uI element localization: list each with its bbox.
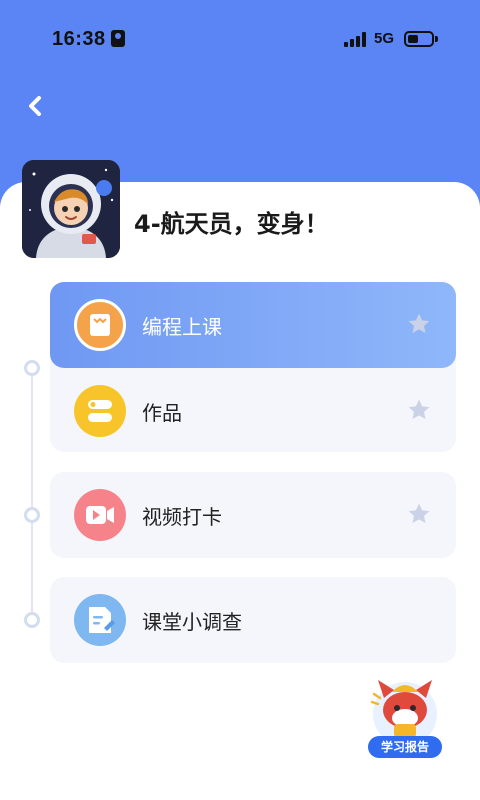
menu-item-video-checkin[interactable]: 视频打卡 xyxy=(50,472,456,558)
status-bar: 16:38 5G xyxy=(0,0,480,80)
timeline-line xyxy=(31,376,33,612)
chevron-left-icon xyxy=(29,96,41,116)
toggle-icon xyxy=(74,385,126,437)
star-icon[interactable] xyxy=(406,311,432,337)
thumbnail-badge-dot xyxy=(96,180,112,196)
menu-item-label: 编程上课 xyxy=(142,315,222,339)
menu-item-label: 课堂小调查 xyxy=(142,610,242,634)
battery-icon xyxy=(404,31,434,47)
timeline-dot xyxy=(24,360,40,376)
menu-item-survey[interactable]: 课堂小调查 xyxy=(50,577,456,663)
star-icon[interactable] xyxy=(406,397,432,423)
back-button[interactable] xyxy=(20,90,52,122)
star-icon[interactable] xyxy=(406,501,432,527)
menu-item-works[interactable]: 作品 xyxy=(50,368,456,454)
timeline-dot xyxy=(24,612,40,628)
portrait-lock-icon xyxy=(111,30,125,47)
survey-icon xyxy=(74,594,126,646)
astronaut-illustration xyxy=(22,160,120,258)
lesson-title: 4-航天员，变身！ xyxy=(134,210,329,238)
status-time: 16:38 xyxy=(52,28,106,50)
menu-item-label: 视频打卡 xyxy=(142,505,222,529)
battery-cap xyxy=(435,36,438,42)
network-type: 5G xyxy=(374,30,395,47)
video-icon xyxy=(74,489,126,541)
book-icon xyxy=(74,299,126,351)
study-report-label: 学习报告 xyxy=(368,736,442,758)
lesson-thumbnail xyxy=(22,160,120,258)
timeline-dot xyxy=(24,507,40,523)
signal-icon xyxy=(344,31,368,47)
menu-item-label: 作品 xyxy=(142,401,182,425)
menu-item-class[interactable]: 编程上课 xyxy=(50,282,456,368)
